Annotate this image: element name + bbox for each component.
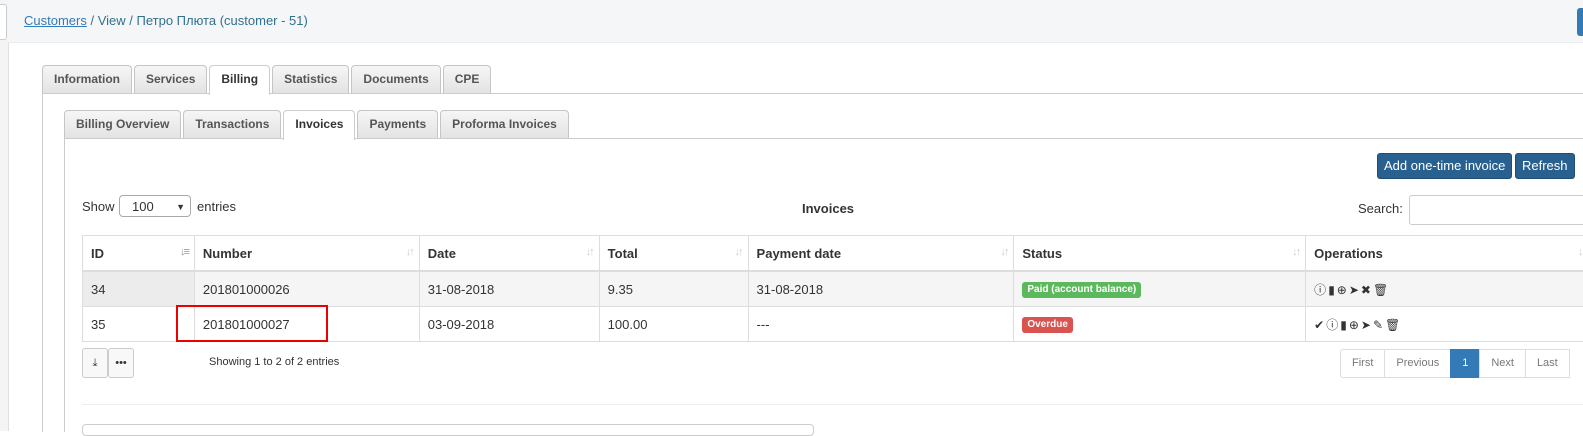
column-header-number[interactable]: Number ↓↑: [194, 236, 419, 272]
breadcrumb-customer: Петро Плюта (customer - 51): [137, 13, 308, 28]
column-header-total[interactable]: Total ↓↑: [599, 236, 748, 272]
cell-status: Overdue: [1014, 307, 1306, 342]
breadcrumb-separator: /: [126, 13, 137, 28]
sort-icon: ↓↑: [406, 246, 413, 258]
send-icon[interactable]: ➤: [1349, 283, 1359, 297]
search-label: Search:: [1358, 201, 1403, 216]
tab-invoices[interactable]: Invoices: [283, 110, 355, 140]
column-header-status[interactable]: Status ↓↑: [1014, 236, 1306, 272]
sort-asc-icon: ↓≡: [180, 246, 188, 258]
cell-total: 9.35: [599, 271, 748, 307]
page-last-button[interactable]: Last: [1525, 349, 1570, 378]
cell-date: 31-08-2018: [419, 271, 599, 307]
bottom-panel-edge: [82, 424, 814, 436]
close-icon[interactable]: ✖: [1361, 283, 1371, 297]
column-label: Date: [428, 246, 456, 261]
trash-icon[interactable]: 🗑: [1385, 318, 1400, 332]
more-options-button[interactable]: •••: [108, 348, 134, 378]
add-one-time-invoice-button[interactable]: Add one-time invoice: [1377, 153, 1512, 179]
tab-information[interactable]: Information: [42, 65, 132, 93]
page-next-button[interactable]: Next: [1479, 349, 1526, 378]
column-label: ID: [91, 246, 104, 261]
table-info: Showing 1 to 2 of 2 entries: [209, 356, 339, 368]
tab-payments[interactable]: Payments: [357, 110, 438, 138]
refresh-button[interactable]: Refresh: [1515, 153, 1575, 179]
check-icon[interactable]: ✔: [1314, 318, 1324, 332]
pagination: First Previous 1 Next Last: [1341, 349, 1570, 378]
export-icon: ⤓: [93, 357, 98, 369]
export-button[interactable]: ⤓: [82, 348, 108, 378]
entries-length-value: 100: [132, 199, 154, 214]
column-label: Number: [203, 246, 252, 261]
sort-icon: ↓↑: [735, 246, 742, 258]
cell-date: 03-09-2018: [419, 307, 599, 342]
sort-icon: ↓↑: [1292, 246, 1299, 258]
column-label: Operations: [1314, 246, 1383, 261]
sort-icon: ↓↑: [586, 246, 593, 258]
cell-operations: ✔ⓘ▮⊕➤✎🗑: [1306, 307, 1583, 342]
breadcrumb-view: View: [98, 13, 126, 28]
download-icon[interactable]: ⊕: [1337, 283, 1347, 297]
column-label: Status: [1022, 246, 1062, 261]
tab-billing[interactable]: Billing: [209, 65, 270, 95]
sort-icon: ↓↑: [1000, 246, 1007, 258]
download-icon[interactable]: ⊕: [1349, 318, 1359, 332]
highlight-box: [176, 305, 328, 342]
show-label: Show: [82, 199, 115, 214]
column-header-date[interactable]: Date ↓↑: [419, 236, 599, 272]
column-header-payment-date[interactable]: Payment date ↓↑: [748, 236, 1014, 272]
page-first-button[interactable]: First: [1340, 349, 1385, 378]
table-title: Invoices: [802, 201, 854, 216]
cell-status: Paid (account balance): [1014, 271, 1306, 307]
status-badge: Paid (account balance): [1022, 282, 1141, 298]
send-icon[interactable]: ➤: [1361, 318, 1371, 332]
breadcrumb: Customers / View / Петро Плюта (customer…: [24, 13, 308, 28]
cell-total: 100.00: [599, 307, 748, 342]
entries-length-select[interactable]: 100 ▼: [119, 195, 191, 217]
customer-tabs: Information Services Billing Statistics …: [42, 65, 493, 94]
status-badge: Overdue: [1022, 317, 1073, 333]
tab-statistics[interactable]: Statistics: [272, 65, 349, 93]
top-right-button[interactable]: [1577, 8, 1583, 36]
page-previous-button[interactable]: Previous: [1384, 349, 1451, 378]
page-1-button[interactable]: 1: [1450, 349, 1480, 378]
sort-icon: ↓↑: [1578, 246, 1583, 258]
tab-services[interactable]: Services: [134, 65, 207, 93]
cell-operations: ⓘ▮⊕➤✖🗑: [1306, 271, 1583, 307]
tab-transactions[interactable]: Transactions: [183, 110, 281, 138]
cell-payment-date: ---: [748, 307, 1014, 342]
divider: [82, 404, 1583, 405]
breadcrumb-customers-link[interactable]: Customers: [24, 13, 87, 28]
tab-proforma-invoices[interactable]: Proforma Invoices: [440, 110, 569, 138]
file-icon[interactable]: ▮: [1340, 318, 1347, 332]
info-icon[interactable]: ⓘ: [1314, 281, 1326, 298]
trash-icon[interactable]: 🗑: [1373, 283, 1388, 297]
search-input[interactable]: [1409, 195, 1583, 225]
left-sidebar-edge: [0, 0, 9, 431]
table-row: 34 201801000026 31-08-2018 9.35 31-08-20…: [83, 271, 1583, 307]
chevron-down-icon: ▼: [176, 196, 185, 218]
cell-payment-date: 31-08-2018: [748, 271, 1014, 307]
breadcrumb-separator: /: [87, 13, 98, 28]
ellipsis-icon: •••: [115, 357, 127, 369]
cell-number: 201801000026: [194, 271, 419, 307]
file-icon[interactable]: ▮: [1328, 283, 1335, 297]
column-label: Payment date: [757, 246, 842, 261]
edit-icon[interactable]: ✎: [1373, 318, 1383, 332]
info-icon[interactable]: ⓘ: [1326, 316, 1338, 333]
entries-label: entries: [197, 199, 236, 214]
column-header-id[interactable]: ID ↓≡: [83, 236, 195, 272]
column-label: Total: [608, 246, 638, 261]
tab-cpe[interactable]: CPE: [443, 65, 492, 93]
column-header-operations[interactable]: Operations ↓↑: [1306, 236, 1583, 272]
top-bar: Customers / View / Петро Плюта (customer…: [8, 0, 1583, 43]
tab-billing-overview[interactable]: Billing Overview: [64, 110, 181, 138]
sidebar-toggle[interactable]: [0, 4, 7, 40]
billing-tabs: Billing Overview Transactions Invoices P…: [64, 110, 571, 139]
table-header-row: ID ↓≡ Number ↓↑ Date ↓↑ Total ↓↑ Payment dat…: [83, 236, 1583, 272]
cell-id: 34: [83, 271, 195, 307]
tab-documents[interactable]: Documents: [351, 65, 440, 93]
